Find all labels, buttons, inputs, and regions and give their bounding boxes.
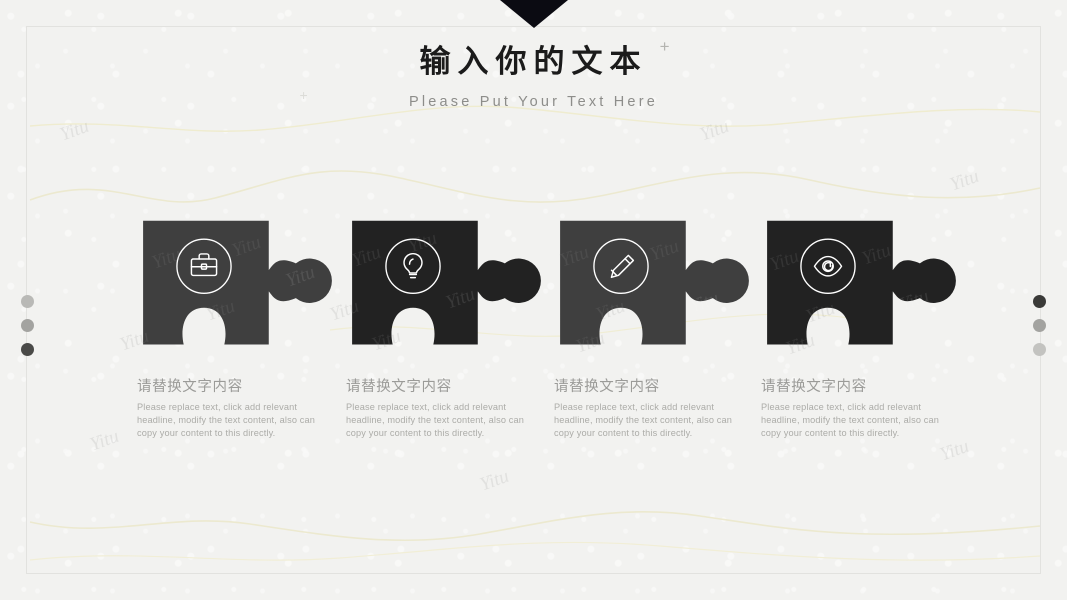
puzzle-piece-2[interactable] xyxy=(347,215,541,360)
title-row: 输入你的文本 + + xyxy=(300,38,670,102)
page-subtitle: Please Put Your Text Here xyxy=(408,94,658,110)
puzzle-piece-3[interactable] xyxy=(555,215,749,360)
caption-block-4: 请替换文字内容 Please replace text, click add re… xyxy=(761,375,953,440)
caption-block-1: 请替换文字内容 Please replace text, click add re… xyxy=(137,375,329,440)
caption-heading: 请替换文字内容 xyxy=(761,379,867,395)
caption-heading: 请替换文字内容 xyxy=(346,379,452,395)
caption-heading: 请替换文字内容 xyxy=(137,379,243,395)
caption-body: Please replace text, click add relevant … xyxy=(554,402,733,438)
puzzle-piece-shape xyxy=(560,220,749,345)
watermark-text: Yitu xyxy=(477,465,512,496)
puzzle-piece-1[interactable] xyxy=(138,215,332,360)
caption-body: Please replace text, click add relevant … xyxy=(346,402,525,438)
plus-decoration-icon: + xyxy=(659,37,670,56)
caption-row: 请替换文字内容 Please replace text, click add re… xyxy=(0,375,1067,455)
caption-block-3: 请替换文字内容 Please replace text, click add re… xyxy=(554,375,746,440)
plus-decoration-secondary-icon: + xyxy=(299,87,308,103)
caption-body: Please replace text, click add relevant … xyxy=(137,402,316,438)
caption-body: Please replace text, click add relevant … xyxy=(761,402,940,438)
watermark-text: Yitu xyxy=(947,165,982,196)
top-triangle-marker xyxy=(499,0,568,28)
watermark-text: Yitu xyxy=(57,115,92,146)
page-title: 输入你的文本 xyxy=(419,44,648,80)
caption-heading: 请替换文字内容 xyxy=(554,379,660,395)
caption-block-2: 请替换文字内容 Please replace text, click add re… xyxy=(346,375,538,440)
watermark-text: Yitu xyxy=(697,115,732,146)
puzzle-piece-shape xyxy=(767,220,956,345)
puzzle-piece-4[interactable] xyxy=(762,215,956,360)
puzzle-piece-shape xyxy=(143,220,332,345)
slide-header: 输入你的文本 + + Please Put Your Text Here xyxy=(0,38,1067,110)
puzzle-piece-row xyxy=(0,215,1067,365)
puzzle-piece-shape xyxy=(352,220,541,345)
